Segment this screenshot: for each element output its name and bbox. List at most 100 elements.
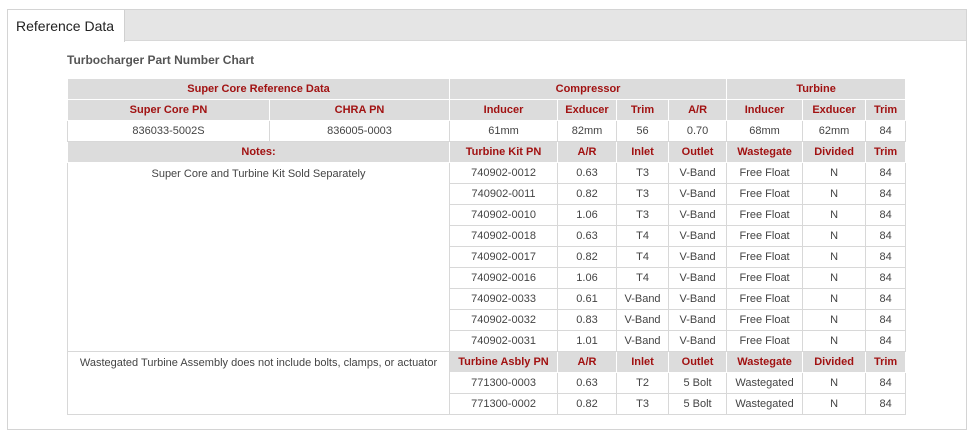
table-cell: 84 [865, 267, 907, 289]
table-cell: N [802, 204, 867, 226]
kit-header-cell: Divided [802, 141, 867, 163]
table-cell: 84 [865, 183, 907, 205]
compressor-group-header: Compressor [449, 78, 728, 100]
turbine-trim-header: Trim [865, 99, 907, 121]
turbine-trim-value: 84 [865, 120, 907, 142]
table-cell: 84 [865, 393, 907, 415]
super-core-pn-header: Super Core PN [67, 99, 270, 121]
table-cell: 740902-0033 [449, 288, 559, 310]
table-cell: T3 [616, 183, 670, 205]
table-cell: V-Band [616, 330, 670, 352]
table-cell: 1.06 [557, 204, 618, 226]
table-cell: N [802, 288, 867, 310]
table-cell: 84 [865, 204, 907, 226]
chra-pn-header: CHRA PN [268, 99, 451, 121]
table-cell: Free Float [726, 246, 804, 268]
chra-pn-value: 836005-0003 [268, 120, 451, 142]
table-cell: V-Band [668, 330, 728, 352]
turbine-group-header: Turbine [726, 78, 907, 100]
table-cell: Free Float [726, 309, 804, 331]
assembly-header-cell: Wastegate [726, 351, 804, 373]
table-cell: T4 [616, 267, 670, 289]
assembly-header-cell: A/R [557, 351, 618, 373]
table-cell: Free Float [726, 267, 804, 289]
kit-note: Super Core and Turbine Kit Sold Separate… [66, 162, 451, 352]
table-cell: V-Band [668, 183, 728, 205]
table-cell: Free Float [726, 204, 804, 226]
exducer-value: 82mm [557, 120, 618, 142]
table-cell: N [802, 372, 867, 394]
inducer-value: 61mm [449, 120, 559, 142]
table-cell: N [802, 183, 867, 205]
table-cell: T3 [616, 162, 670, 184]
turbine-inducer-header: Inducer [726, 99, 804, 121]
table-cell: 84 [865, 246, 907, 268]
turbine-inducer-value: 68mm [726, 120, 804, 142]
assembly-note: Wastegated Turbine Assembly does not inc… [66, 351, 451, 415]
table-cell: N [802, 309, 867, 331]
table-cell: 740902-0016 [449, 267, 559, 289]
table-cell: 84 [865, 372, 907, 394]
table-cell: 740902-0010 [449, 204, 559, 226]
kit-header-cell: Outlet [668, 141, 728, 163]
table-cell: V-Band [668, 246, 728, 268]
tab-reference-data[interactable]: Reference Data [8, 10, 126, 42]
part-value-row: 836033-5002S 836005-0003 61mm 82mm 56 0.… [67, 120, 907, 142]
turbine-exducer-value: 62mm [802, 120, 867, 142]
table-cell: T4 [616, 246, 670, 268]
tab-bar: Reference Data [8, 10, 966, 42]
table-cell: V-Band [616, 309, 670, 331]
table-cell: N [802, 162, 867, 184]
table-cell: 1.01 [557, 330, 618, 352]
turbine-kit-row: Super Core and Turbine Kit Sold Separate… [66, 162, 907, 352]
table-cell: 0.82 [557, 393, 618, 415]
trim-header: Trim [616, 99, 670, 121]
table-cell: 0.63 [557, 162, 618, 184]
ar-header: A/R [668, 99, 728, 121]
table-cell: 0.83 [557, 309, 618, 331]
table-cell: N [802, 393, 867, 415]
table-cell: Free Float [726, 225, 804, 247]
assembly-header-row: Wastegated Turbine Assembly does not inc… [66, 351, 907, 415]
table-cell: N [802, 225, 867, 247]
table-cell: 740902-0017 [449, 246, 559, 268]
table-cell: Free Float [726, 183, 804, 205]
turbine-exducer-header: Exducer [802, 99, 867, 121]
table-cell: 771300-0002 [449, 393, 559, 415]
ar-value: 0.70 [668, 120, 728, 142]
table-cell: Free Float [726, 288, 804, 310]
table-cell: 0.63 [557, 372, 618, 394]
table-cell: 5 Bolt [668, 393, 728, 415]
super-core-pn-value: 836033-5002S [67, 120, 270, 142]
assembly-header-cell: Inlet [616, 351, 670, 373]
table-cell: Free Float [726, 330, 804, 352]
group-header-row: Super Core Reference Data Compressor Tur… [66, 78, 907, 100]
super-core-group-header: Super Core Reference Data [66, 78, 451, 100]
table-cell: 771300-0003 [449, 372, 559, 394]
kit-header-cell: Inlet [616, 141, 670, 163]
trim-value: 56 [616, 120, 670, 142]
chart-title: Turbocharger Part Number Chart [67, 53, 255, 67]
table-cell: 1.06 [557, 267, 618, 289]
table-cell: 84 [865, 162, 907, 184]
table-cell: 0.61 [557, 288, 618, 310]
exducer-header: Exducer [557, 99, 618, 121]
table-cell: Wastegated [726, 372, 804, 394]
table-cell: 84 [865, 288, 907, 310]
table-cell: V-Band [668, 162, 728, 184]
table-cell: T3 [616, 393, 670, 415]
table-cell: V-Band [668, 204, 728, 226]
assembly-header-cell: Divided [802, 351, 867, 373]
table-cell: 5 Bolt [668, 372, 728, 394]
table-cell: Wastegated [726, 393, 804, 415]
table-cell: N [802, 330, 867, 352]
table-cell: T4 [616, 225, 670, 247]
assembly-header-cell: Turbine Asbly PN [449, 351, 559, 373]
inducer-header: Inducer [449, 99, 559, 121]
table-cell: 0.82 [557, 183, 618, 205]
part-header-row: Super Core PN CHRA PN Inducer Exducer Tr… [67, 99, 907, 121]
table-cell: N [802, 246, 867, 268]
kit-header-cell: Trim [865, 141, 907, 163]
table-cell: V-Band [668, 267, 728, 289]
kit-header-row: Notes: Turbine Kit PN A/R Inlet Outlet W… [66, 141, 907, 163]
